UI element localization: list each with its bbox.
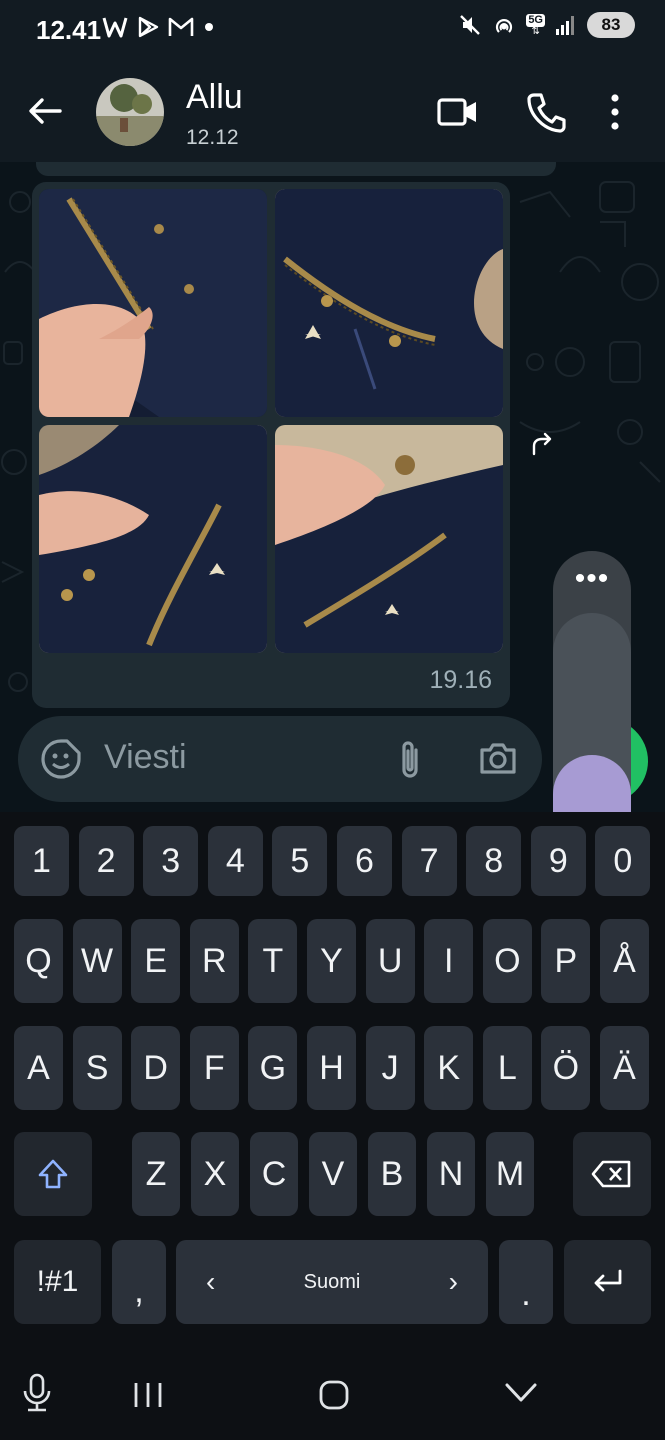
key-0[interactable]: 0 <box>595 826 651 896</box>
forward-icon[interactable] <box>528 430 556 458</box>
chat-area[interactable]: 19.16 Viesti ••• <box>0 162 665 812</box>
contact-name[interactable]: Allu <box>186 78 243 117</box>
key-k[interactable]: K <box>424 1026 474 1110</box>
key-a[interactable]: A <box>14 1026 63 1110</box>
key-9[interactable]: 9 <box>530 826 586 896</box>
play-icon <box>138 16 159 38</box>
key-w[interactable]: W <box>72 919 122 1003</box>
language-next-arrow: › <box>448 1266 458 1297</box>
video-call-icon[interactable] <box>436 92 480 132</box>
more-vert-icon[interactable] <box>608 90 622 134</box>
volume-slider-fill <box>553 755 631 812</box>
battery-level: 83 <box>601 15 621 34</box>
key-m[interactable]: M <box>486 1132 534 1216</box>
key-3[interactable]: 3 <box>143 826 199 896</box>
key-f[interactable]: F <box>189 1026 239 1110</box>
key-2[interactable]: 2 <box>78 826 134 896</box>
space-bar[interactable]: ‹ Suomi › <box>176 1240 488 1324</box>
camera-icon[interactable] <box>478 740 518 776</box>
chat-header: Allu 12.12 <box>0 62 665 162</box>
key-7[interactable]: 7 <box>401 826 457 896</box>
gmail-icon <box>168 17 194 36</box>
mute-icon <box>460 15 481 35</box>
status-bar: 12.41 5G ⇅ 83 <box>0 0 665 62</box>
network-type-label: 5G <box>526 13 545 27</box>
key-y[interactable]: Y <box>307 919 356 1003</box>
message-input[interactable]: Viesti <box>104 738 187 777</box>
key-p[interactable]: P <box>541 919 591 1003</box>
key-6[interactable]: 6 <box>337 826 392 896</box>
status-time: 12.41 <box>36 15 102 45</box>
volume-slider[interactable] <box>553 613 631 812</box>
symbols-key[interactable]: !#1 <box>14 1240 101 1324</box>
key-d[interactable]: D <box>131 1026 181 1110</box>
language-prev-arrow: ‹ <box>206 1266 216 1297</box>
album-photo-4[interactable] <box>275 425 503 653</box>
image-album-message[interactable]: 19.16 <box>32 182 510 708</box>
key-b[interactable]: B <box>368 1132 416 1216</box>
home-icon[interactable] <box>318 1379 350 1411</box>
last-seen: 12.12 <box>186 126 239 149</box>
volume-panel[interactable]: ••• <box>553 551 631 812</box>
key-i[interactable]: I <box>424 919 474 1003</box>
key-s[interactable]: S <box>72 1026 122 1110</box>
w-app-icon <box>102 17 128 38</box>
key-ö[interactable]: Ö <box>541 1026 591 1110</box>
enter-icon <box>594 1269 621 1292</box>
recent-apps-icon[interactable] <box>132 1381 164 1409</box>
key-å[interactable]: Å <box>600 919 649 1003</box>
keyboard: !#1 , ‹ Suomi › . 1234567890 QWERTYUIOPÅ A… <box>0 812 665 1347</box>
message-timestamp: 19.16 <box>429 666 492 694</box>
previous-message-bubble[interactable] <box>36 162 556 176</box>
system-icons: 5G ⇅ 83 <box>458 12 635 38</box>
key-c[interactable]: C <box>250 1132 298 1216</box>
key-j[interactable]: J <box>365 1026 415 1110</box>
key-h[interactable]: H <box>307 1026 356 1110</box>
key-g[interactable]: G <box>248 1026 298 1110</box>
key-1[interactable]: 1 <box>14 826 69 896</box>
shift-icon <box>38 1159 68 1189</box>
key-q[interactable]: Q <box>14 919 63 1003</box>
key-ä[interactable]: Ä <box>600 1026 649 1110</box>
notification-icons <box>102 14 216 40</box>
navigation-bar <box>0 1347 665 1440</box>
key-l[interactable]: L <box>482 1026 532 1110</box>
key-5[interactable]: 5 <box>272 826 328 896</box>
album-photo-1[interactable] <box>39 189 267 417</box>
battery-indicator: 83 <box>587 12 635 38</box>
phone-icon[interactable] <box>524 90 568 134</box>
hide-keyboard-icon[interactable] <box>504 1381 538 1405</box>
key-z[interactable]: Z <box>132 1132 180 1216</box>
hotspot-icon <box>496 19 513 33</box>
language-label: Suomi <box>303 1270 361 1293</box>
key-x[interactable]: X <box>191 1132 239 1216</box>
album-photo-3[interactable] <box>39 425 267 653</box>
attach-icon[interactable] <box>396 738 424 782</box>
enter-key[interactable] <box>564 1240 651 1324</box>
backspace-icon <box>591 1160 631 1188</box>
album-photo-2[interactable] <box>275 189 503 417</box>
key-r[interactable]: R <box>189 919 239 1003</box>
key-e[interactable]: E <box>131 919 181 1003</box>
shift-key[interactable] <box>14 1132 92 1216</box>
message-composer[interactable]: Viesti <box>18 716 542 802</box>
key-8[interactable]: 8 <box>466 826 522 896</box>
back-arrow-icon[interactable] <box>22 88 68 134</box>
sticker-emoji-icon[interactable] <box>40 738 82 780</box>
avatar[interactable] <box>96 78 164 146</box>
key-4[interactable]: 4 <box>207 826 263 896</box>
period-key[interactable]: . <box>499 1240 553 1324</box>
backspace-key[interactable] <box>573 1132 651 1216</box>
key-o[interactable]: O <box>482 919 532 1003</box>
dot-icon <box>205 23 213 31</box>
key-n[interactable]: N <box>427 1132 475 1216</box>
signal-icon <box>556 16 574 35</box>
volume-more-button[interactable]: ••• <box>553 564 631 594</box>
key-u[interactable]: U <box>365 919 415 1003</box>
comma-key[interactable]: , <box>112 1240 166 1324</box>
key-t[interactable]: T <box>248 919 298 1003</box>
keyboard-mic-icon[interactable] <box>22 1373 52 1413</box>
key-v[interactable]: V <box>309 1132 357 1216</box>
